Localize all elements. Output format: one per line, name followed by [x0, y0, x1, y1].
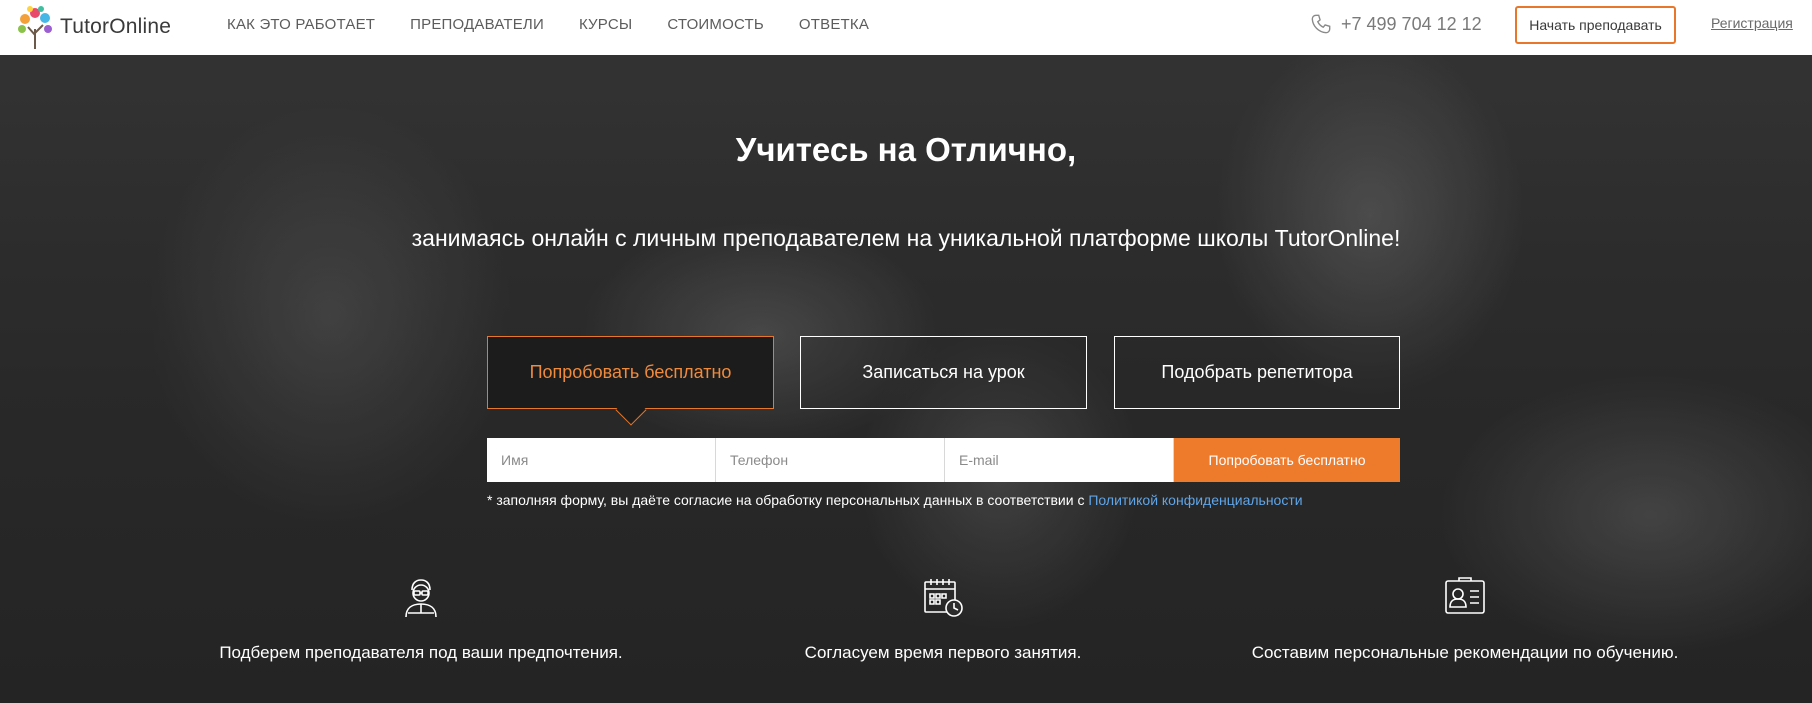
- phone-contact[interactable]: +7 499 704 12 12: [1310, 13, 1482, 35]
- register-link[interactable]: Регистрация: [1711, 15, 1793, 31]
- teacher-icon: [405, 579, 437, 618]
- signup-form: Попробовать бесплатно: [487, 438, 1400, 482]
- hero-section: Учитесь на Отлично, занимаясь онлайн с л…: [0, 55, 1812, 703]
- feature-teacher-selection: Подберем преподавателя под ваши предпочт…: [171, 575, 671, 663]
- feature-text: Составим персональные рекомендации по об…: [1251, 643, 1679, 662]
- feature-schedule: Согласуем время первого занятия.: [693, 575, 1193, 663]
- feature-text: Согласуем время первого занятия.: [804, 643, 1082, 662]
- site-header: TutorOnline КАК ЭТО РАБОТАЕТ ПРЕПОДАВАТЕ…: [0, 0, 1812, 55]
- tab-label: Подобрать репетитора: [1161, 362, 1353, 382]
- logo[interactable]: TutorOnline: [16, 4, 171, 50]
- feature-text: Подберем преподавателя под ваши предпочт…: [219, 643, 623, 662]
- phone-icon: [1311, 14, 1331, 34]
- tab-find-tutor[interactable]: Подобрать репетитора: [1114, 336, 1400, 409]
- try-free-submit-button[interactable]: Попробовать бесплатно: [1174, 438, 1400, 482]
- logo-text: TutorOnline: [60, 15, 172, 38]
- email-field[interactable]: [945, 438, 1174, 482]
- tab-label: Попробовать бесплатно: [529, 362, 732, 382]
- nav-item-courses[interactable]: КУРСЫ: [579, 16, 632, 33]
- nav-item-answers[interactable]: ОТВЕТКА: [799, 16, 869, 33]
- hero-subtitle: занимаясь онлайн с личным преподавателем…: [411, 225, 1401, 251]
- phone-field[interactable]: [716, 438, 945, 482]
- nav-item-pricing[interactable]: СТОИМОСТЬ: [667, 16, 764, 33]
- hero-title: Учитесь на Отлично,: [735, 131, 1077, 168]
- phone-number[interactable]: +7 499 704 12 12: [1341, 14, 1482, 35]
- tab-label: Записаться на урок: [862, 362, 1025, 382]
- main-nav: КАК ЭТО РАБОТАЕТ ПРЕПОДАВАТЕЛИ КУРСЫ СТО…: [227, 0, 904, 48]
- name-field[interactable]: [487, 438, 716, 482]
- tab-book-lesson[interactable]: Записаться на урок: [800, 336, 1087, 409]
- feature-recommendations: Составим персональные рекомендации по об…: [1215, 575, 1715, 663]
- nav-item-teachers[interactable]: ПРЕПОДАВАТЕЛИ: [410, 16, 544, 33]
- consent-text: * заполняя форму, вы даёте согласие на о…: [487, 492, 1085, 508]
- privacy-policy-link[interactable]: Политикой конфиденциальности: [1088, 492, 1302, 508]
- consent-note: * заполняя форму, вы даёте согласие на о…: [487, 492, 1303, 508]
- tree-logo-icon: [18, 6, 52, 49]
- start-teaching-button[interactable]: Начать преподавать: [1515, 6, 1676, 44]
- profile-card-icon: [1445, 577, 1485, 614]
- tab-try-free[interactable]: Попробовать бесплатно: [487, 336, 774, 426]
- calendar-clock-icon: [924, 579, 963, 617]
- nav-item-how-it-works[interactable]: КАК ЭТО РАБОТАЕТ: [227, 16, 375, 33]
